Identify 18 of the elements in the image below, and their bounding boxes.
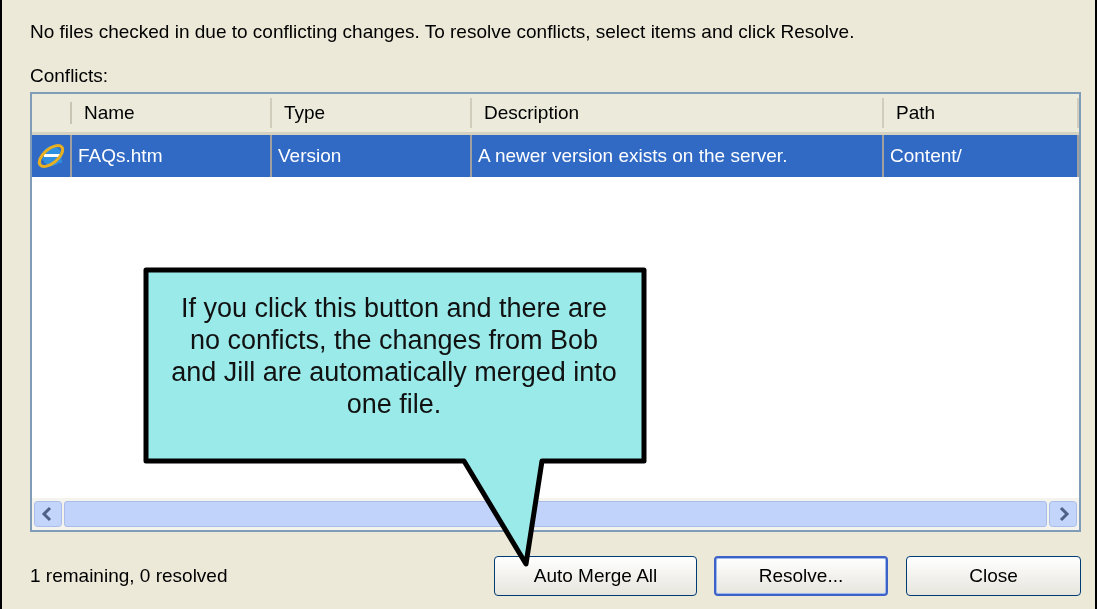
table-cell: Content/ [884,135,1079,177]
scrollbar-thumb[interactable] [64,501,1047,527]
status-text: 1 remaining, 0 resolved [30,563,229,588]
dialog-button[interactable]: Auto Merge All [494,556,697,596]
table-row[interactable]: FAQs.htm Version A newer version exists on the server. Content/ [32,135,1079,177]
message-text: No files checked in due to conflicting changes. To resolve conflicts, select items and click Resolve. [30,20,856,44]
column-header[interactable]: Description [472,98,884,128]
callout-text: If you click this button and there are no conficts, the changes from Bob and Jill are automatically merged into one file. [170,292,618,420]
table-cell: A newer version exists on the server. [472,135,884,177]
horizontal-scrollbar[interactable] [32,498,1079,530]
column-header[interactable]: Type [272,98,472,128]
column-header[interactable]: Path [884,98,1079,128]
table-cell: FAQs.htm [72,135,272,177]
dialog-button[interactable]: Resolve... [714,556,888,596]
column-header[interactable]: Name [72,98,272,128]
table-cell: Version [272,135,472,177]
conflicts-label: Conflicts: [30,64,109,88]
dialog-button[interactable]: Close [906,556,1081,596]
